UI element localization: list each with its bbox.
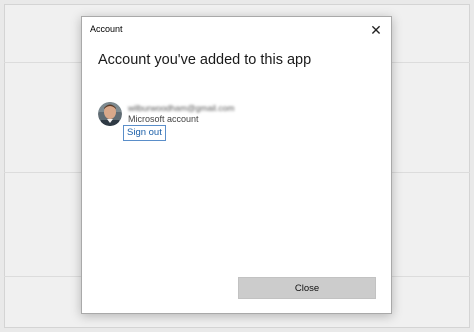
dialog-title: Account — [90, 24, 123, 34]
account-email: wilburwoodham@gmail.com — [128, 103, 235, 113]
account-type-label: Microsoft account — [128, 114, 199, 124]
dialog-titlebar: Account ✕ — [82, 17, 391, 43]
close-icon[interactable]: ✕ — [365, 20, 387, 40]
avatar — [98, 102, 122, 126]
account-dialog: Account ✕ Account you've added to this a… — [81, 16, 392, 314]
dialog-heading: Account you've added to this app — [98, 52, 312, 68]
close-button[interactable]: Close — [238, 277, 376, 299]
user-avatar-icon — [98, 102, 122, 126]
sign-out-button[interactable]: Sign out — [123, 125, 166, 141]
